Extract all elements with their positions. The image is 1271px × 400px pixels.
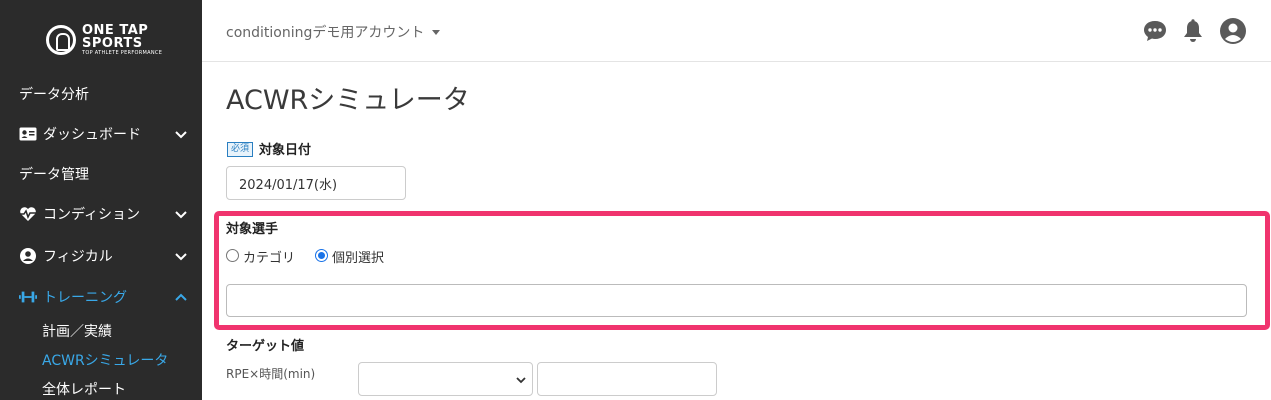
account-switcher[interactable]: conditioningデモ用アカウント — [226, 22, 441, 42]
logo-line2: SPORTS — [82, 36, 143, 51]
chevron-down-icon — [175, 131, 187, 139]
sidebar-item-label: データ管理 — [19, 167, 89, 183]
radio-category[interactable] — [226, 249, 239, 262]
heartbeat-icon — [19, 206, 37, 222]
logo-wordmark: ONE TAP SPORTS TOP ATHLETE PERFORMANCE — [82, 24, 162, 56]
user-circle-icon — [19, 248, 37, 264]
one-tap-sports-logo[interactable]: ONE TAP SPORTS TOP ATHLETE PERFORMANCE — [46, 21, 166, 59]
chevron-down-icon — [175, 211, 187, 219]
required-badge: 必須 — [227, 142, 254, 157]
subnav-item-acwr-simulator[interactable]: ACWRシミュレータ — [42, 350, 168, 370]
player-select-input[interactable] — [226, 284, 1247, 317]
sidebar-item-label: トレーニング — [43, 290, 127, 306]
sidebar-item-dashboard[interactable]: ダッシュボード — [0, 114, 202, 154]
radio-individual-label[interactable]: 個別選択 — [332, 247, 384, 266]
logo-mark-icon — [46, 25, 76, 55]
sidebar-item-label: コンディション — [43, 207, 141, 223]
sidebar-item-training[interactable]: トレーニング — [0, 277, 202, 317]
sidebar-item-label: ダッシュボード — [43, 127, 141, 143]
target-date-label: 対象日付 — [259, 143, 312, 158]
sidebar-item-condition[interactable]: コンディション — [0, 194, 202, 234]
page-title: ACWRシミュレータ — [226, 85, 470, 116]
sidebar-item-label: フィジカル — [43, 249, 113, 265]
sidebar-item-label: データ分析 — [19, 87, 89, 103]
logo-tagline: TOP ATHLETE PERFORMANCE — [82, 50, 163, 56]
target-value-label: ターゲット値 — [226, 339, 305, 354]
chevron-up-icon — [175, 293, 187, 301]
subnav-item-overall-report[interactable]: 全体レポート — [42, 379, 126, 399]
top-bar: conditioningデモ用アカウント — [202, 0, 1271, 62]
chevron-down-icon — [175, 253, 187, 261]
id-card-icon — [19, 126, 37, 142]
rpe-time-value-input[interactable] — [537, 362, 717, 396]
target-date-input[interactable] — [226, 166, 406, 200]
caret-down-icon — [432, 29, 441, 35]
sidebar-item-data-analysis[interactable]: データ分析 — [0, 74, 202, 114]
user-avatar-icon[interactable] — [1220, 18, 1246, 44]
rpe-time-select[interactable] — [358, 362, 533, 396]
chevron-down-icon — [516, 377, 526, 384]
radio-individual[interactable] — [315, 249, 328, 262]
target-player-label: 対象選手 — [226, 222, 279, 237]
chat-icon[interactable] — [1142, 18, 1168, 44]
sidebar-item-data-management[interactable]: データ管理 — [0, 154, 202, 194]
rpe-time-label: RPE×時間(min) — [226, 367, 316, 381]
sidebar-item-physical[interactable]: フィジカル — [0, 236, 202, 276]
dumbbell-icon — [19, 289, 37, 305]
subnav-item-plan-results[interactable]: 計画／実績 — [42, 321, 112, 341]
sidebar: ONE TAP SPORTS TOP ATHLETE PERFORMANCE デ… — [0, 0, 202, 400]
radio-category-label[interactable]: カテゴリ — [243, 247, 295, 266]
bell-icon[interactable] — [1180, 18, 1206, 44]
account-name: conditioningデモ用アカウント — [226, 25, 425, 41]
